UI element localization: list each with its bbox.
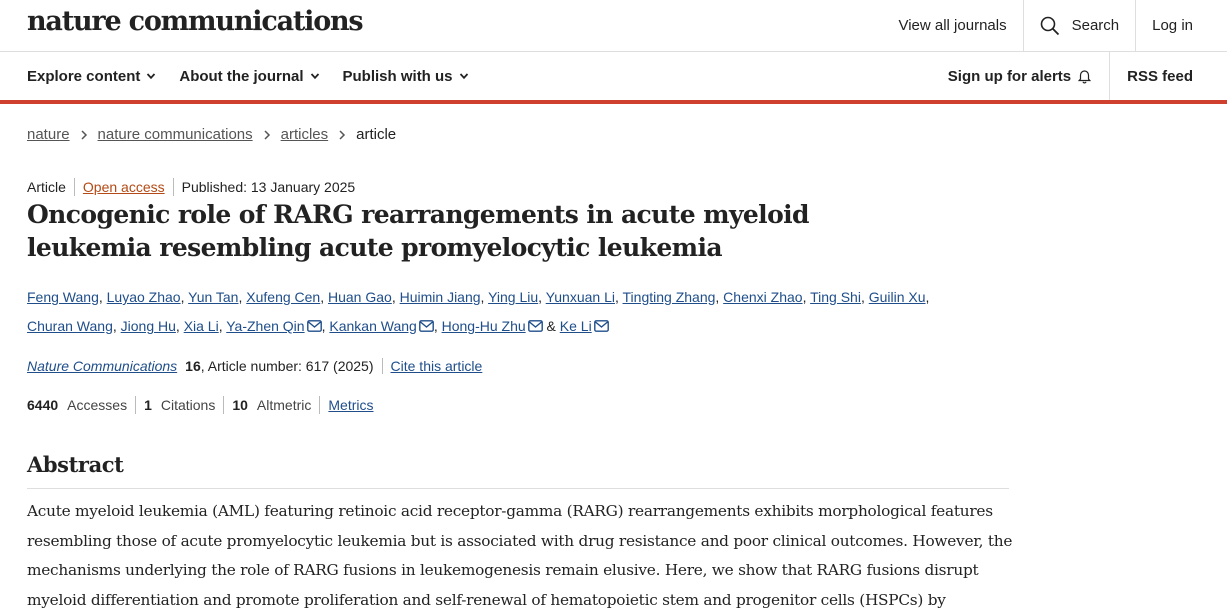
accesses-metric: 6440 Accesses <box>27 396 135 414</box>
author-link[interactable]: Yun Tan <box>188 289 238 305</box>
author-link[interactable]: Huimin Jiang <box>400 289 481 305</box>
citations-metric: 1 Citations <box>135 396 223 414</box>
author-link[interactable]: Luyao Zhao <box>107 289 181 305</box>
breadcrumb-current: article <box>356 126 397 143</box>
accesses-label: Accesses <box>67 397 128 413</box>
chevron-right-icon <box>81 129 87 140</box>
journal-citation: Nature Communications 16 , Article numbe… <box>27 358 482 374</box>
citations-value: 1 <box>144 397 152 413</box>
author-link[interactable]: Tingting Zhang <box>623 289 716 305</box>
cite-article-link[interactable]: Cite this article <box>381 358 482 374</box>
author-link[interactable]: Chenxi Zhao <box>723 289 802 305</box>
author-link[interactable]: Ya-Zhen Qin <box>226 318 304 334</box>
author-link[interactable]: Ying Liu <box>488 289 538 305</box>
journal-link[interactable]: Nature Communications <box>27 358 177 374</box>
nav-menus: Explore content About the journal Publis… <box>27 52 492 100</box>
author-link[interactable]: Yunxuan Li <box>546 289 615 305</box>
author-link[interactable]: Ke Li <box>560 318 592 334</box>
author-link[interactable]: Guilin Xu <box>869 289 926 305</box>
article-type: Article <box>27 179 66 195</box>
nav-actions: Sign up for alerts RSS feed <box>931 52 1227 100</box>
breadcrumb: nature nature communications articles ar… <box>27 126 396 143</box>
article-title: Oncogenic role of RARG rearrangements in… <box>27 200 810 262</box>
publish-with-us-menu[interactable]: Publish with us <box>343 68 469 85</box>
breadcrumb-nature[interactable]: nature <box>27 126 70 143</box>
email-icon[interactable] <box>593 320 609 332</box>
site-logo[interactable]: nature communications <box>27 6 364 37</box>
site-header: nature communications View all journals … <box>0 0 1227 52</box>
chevron-down-icon <box>459 73 468 80</box>
abstract-text: Acute myeloid leukemia (AML) featuring r… <box>27 502 1013 609</box>
login-link[interactable]: Log in <box>1135 0 1227 51</box>
author-link[interactable]: Feng Wang <box>27 289 99 305</box>
author-link[interactable]: Churan Wang <box>27 318 113 334</box>
email-icon[interactable] <box>418 320 434 332</box>
about-journal-menu[interactable]: About the journal <box>179 68 319 85</box>
sign-up-alerts-label: Sign up for alerts <box>947 67 1072 85</box>
view-all-journals-link[interactable]: View all journals <box>882 0 1022 51</box>
about-journal-label: About the journal <box>179 67 304 85</box>
publish-with-us-label: Publish with us <box>342 67 453 85</box>
published-date: Published: 13 January 2025 <box>172 178 364 196</box>
main-nav: Explore content About the journal Publis… <box>0 52 1227 104</box>
chevron-right-icon <box>264 129 270 140</box>
author-link[interactable]: Ting Shi <box>810 289 861 305</box>
search-button[interactable]: Search <box>1022 0 1136 51</box>
author-link[interactable]: Jiong Hu <box>121 318 176 334</box>
chevron-right-icon <box>339 129 346 140</box>
author-link[interactable]: Xia Li <box>184 318 219 334</box>
author-link[interactable]: Huan Gao <box>328 289 392 305</box>
open-access-part: Open access <box>73 178 173 196</box>
search-icon <box>1040 16 1059 35</box>
open-access-link[interactable]: Open access <box>83 179 165 195</box>
altmetric-metric: 10 Altmetric <box>223 396 319 414</box>
article-metrics: 6440 Accesses 1 Citations 10 Altmetric M… <box>27 396 382 414</box>
chevron-down-icon <box>310 73 319 80</box>
header-links: View all journals Search Log in <box>882 0 1227 51</box>
sign-up-alerts-button[interactable]: Sign up for alerts <box>931 52 1109 100</box>
email-icon[interactable] <box>527 320 543 332</box>
search-label: Search <box>1071 17 1120 34</box>
abstract-divider <box>27 488 1009 489</box>
citations-label: Citations <box>160 397 216 413</box>
explore-content-menu[interactable]: Explore content <box>27 68 156 85</box>
article-meta: Article Open access Published: 13 Januar… <box>27 178 363 196</box>
explore-content-label: Explore content <box>27 67 141 85</box>
chevron-down-icon <box>147 73 156 80</box>
article-number: , Article number: 617 (2025) <box>200 358 374 374</box>
breadcrumb-nature-communications[interactable]: nature communications <box>98 126 253 143</box>
metrics-link[interactable]: Metrics <box>328 396 373 414</box>
author-link[interactable]: Kankan Wang <box>329 318 416 334</box>
altmetric-label: Altmetric <box>256 397 312 413</box>
bell-icon <box>1078 70 1092 84</box>
author-link[interactable]: Hong-Hu Zhu <box>442 318 526 334</box>
breadcrumb-articles[interactable]: articles <box>281 126 329 143</box>
author-link[interactable]: Xufeng Cen <box>246 289 320 305</box>
abstract-heading: Abstract <box>27 452 124 477</box>
journal-volume: 16 <box>185 358 201 374</box>
metrics-link-part: Metrics <box>319 396 381 414</box>
accesses-value: 6440 <box>27 397 59 413</box>
rss-feed-link[interactable]: RSS feed <box>1109 52 1227 100</box>
altmetric-value: 10 <box>232 397 248 413</box>
email-icon[interactable] <box>306 320 322 332</box>
author-list: Feng Wang, Luyao Zhao, Yun Tan, Xufeng C… <box>27 289 930 334</box>
